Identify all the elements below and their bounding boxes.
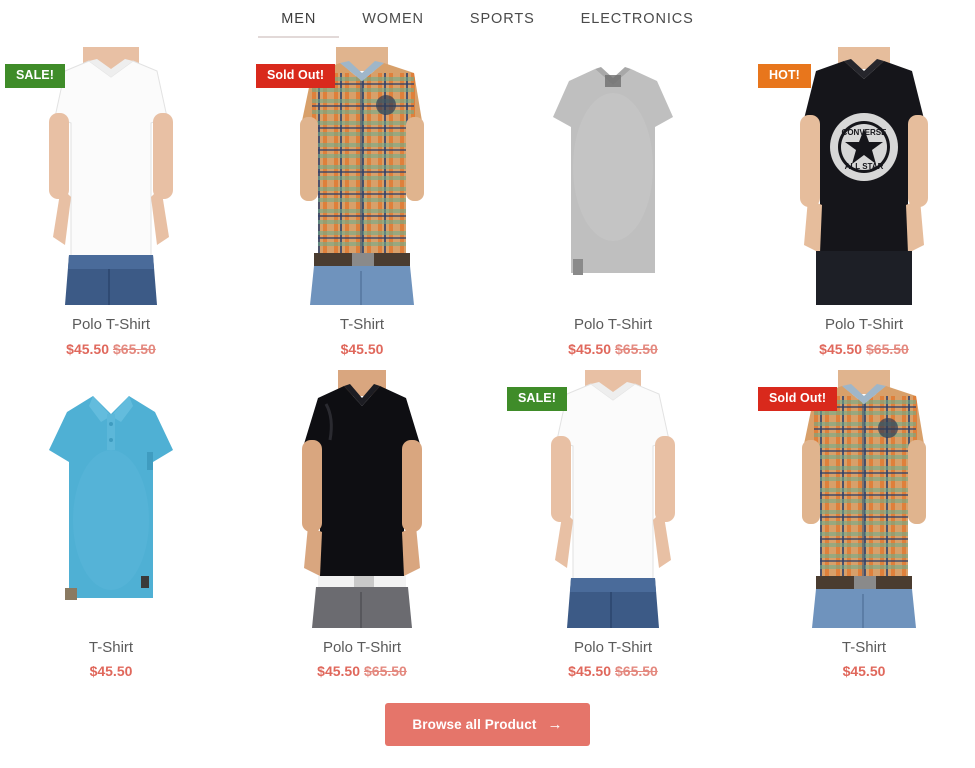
nav-item-men[interactable]: MEN <box>258 11 340 38</box>
product-prices: $45.50 <box>256 340 468 358</box>
product-price-current: $45.50 <box>317 663 360 680</box>
nav-item-women[interactable]: WOMEN <box>339 11 447 38</box>
product-prices: $45.50 <box>758 662 970 680</box>
product-card[interactable]: SALE! Polo T-Shirt $45.50 $65.50 <box>5 47 217 358</box>
product-title[interactable]: Polo T-Shirt <box>256 638 468 658</box>
nav-item-sports[interactable]: SPORTS <box>447 11 558 38</box>
product-price-original: $65.50 <box>113 340 156 357</box>
product-info: Polo T-Shirt $45.50 $65.50 <box>256 628 468 681</box>
product-image[interactable]: SALE! <box>507 369 719 628</box>
product-image[interactable] <box>5 369 217 628</box>
product-card[interactable]: Sold Out! T-Shirt $45.50 <box>758 369 970 681</box>
product-card[interactable]: Sold Out! T-Shirt $45.50 <box>256 47 468 358</box>
product-prices: $45.50 $65.50 <box>507 662 719 680</box>
product-price-original: $65.50 <box>615 340 658 357</box>
product-title[interactable]: T-Shirt <box>5 638 217 658</box>
product-prices: $45.50 $65.50 <box>758 340 970 358</box>
browse-all-product-button[interactable]: Browse all Product → <box>385 703 590 747</box>
product-badge-sale: SALE! <box>5 64 65 89</box>
product-info: Polo T-Shirt $45.50 $65.50 <box>758 305 970 358</box>
svg-text:CONVERSE: CONVERSE <box>842 128 888 137</box>
product-title[interactable]: T-Shirt <box>758 638 970 658</box>
product-price-current: $45.50 <box>568 340 611 357</box>
arrow-right-icon: → <box>547 716 563 734</box>
product-prices: $45.50 $65.50 <box>5 340 217 358</box>
product-card[interactable]: CONVERSE ALL STAR HOT! Polo T-Shirt $45.50 $6… <box>758 47 970 358</box>
product-prices: $45.50 <box>5 662 217 680</box>
product-image[interactable]: CONVERSE ALL STAR HOT! <box>758 47 970 305</box>
product-title[interactable]: Polo T-Shirt <box>507 315 719 335</box>
product-price-current: $45.50 <box>842 663 886 680</box>
product-info: Polo T-Shirt $45.50 $65.50 <box>507 305 719 358</box>
browse-all-wrap: Browse all Product → <box>0 680 975 747</box>
product-price-original: $65.50 <box>866 340 909 357</box>
product-title[interactable]: Polo T-Shirt <box>5 315 217 335</box>
product-price-current: $45.50 <box>66 340 109 357</box>
product-card[interactable]: Polo T-Shirt $45.50 $65.50 <box>256 369 468 681</box>
product-title[interactable]: Polo T-Shirt <box>758 315 970 335</box>
product-image[interactable] <box>256 369 468 628</box>
product-badge-soldout: Sold Out! <box>256 64 336 89</box>
product-image[interactable] <box>507 47 719 305</box>
product-info: T-Shirt $45.50 <box>5 628 217 681</box>
product-info: Polo T-Shirt $45.50 $65.50 <box>507 628 719 681</box>
product-price-current: $45.50 <box>89 663 133 680</box>
svg-text:ALL STAR: ALL STAR <box>845 162 884 171</box>
category-nav: MEN WOMEN SPORTS ELECTRONICS <box>0 0 975 44</box>
product-info: Polo T-Shirt $45.50 $65.50 <box>5 305 217 358</box>
product-price-current: $45.50 <box>568 663 611 680</box>
nav-item-electronics[interactable]: ELECTRONICS <box>558 11 717 38</box>
product-prices: $45.50 $65.50 <box>507 340 719 358</box>
browse-all-product-label: Browse all Product <box>412 717 537 733</box>
product-prices: $45.50 $65.50 <box>256 662 468 680</box>
product-grid: SALE! Polo T-Shirt $45.50 $65.50 Sold Out! T-… <box>0 44 975 680</box>
product-info: T-Shirt $45.50 <box>256 305 468 358</box>
product-title[interactable]: T-Shirt <box>256 315 468 335</box>
product-price-original: $65.50 <box>615 663 658 680</box>
product-image[interactable]: Sold Out! <box>256 47 468 305</box>
product-badge-hot: HOT! <box>758 64 811 89</box>
product-card[interactable]: Polo T-Shirt $45.50 $65.50 <box>507 47 719 358</box>
product-price-original: $65.50 <box>364 663 407 680</box>
product-image[interactable]: Sold Out! <box>758 369 970 628</box>
product-card[interactable]: T-Shirt $45.50 <box>5 369 217 681</box>
product-info: T-Shirt $45.50 <box>758 628 970 681</box>
product-price-current: $45.50 <box>340 340 384 357</box>
product-image[interactable]: SALE! <box>5 47 217 305</box>
product-badge-sale: SALE! <box>507 386 567 411</box>
product-title[interactable]: Polo T-Shirt <box>507 638 719 658</box>
product-badge-soldout: Sold Out! <box>758 386 838 411</box>
product-card[interactable]: SALE! Polo T-Shirt $45.50 $65.50 <box>507 369 719 681</box>
product-price-current: $45.50 <box>819 340 862 357</box>
